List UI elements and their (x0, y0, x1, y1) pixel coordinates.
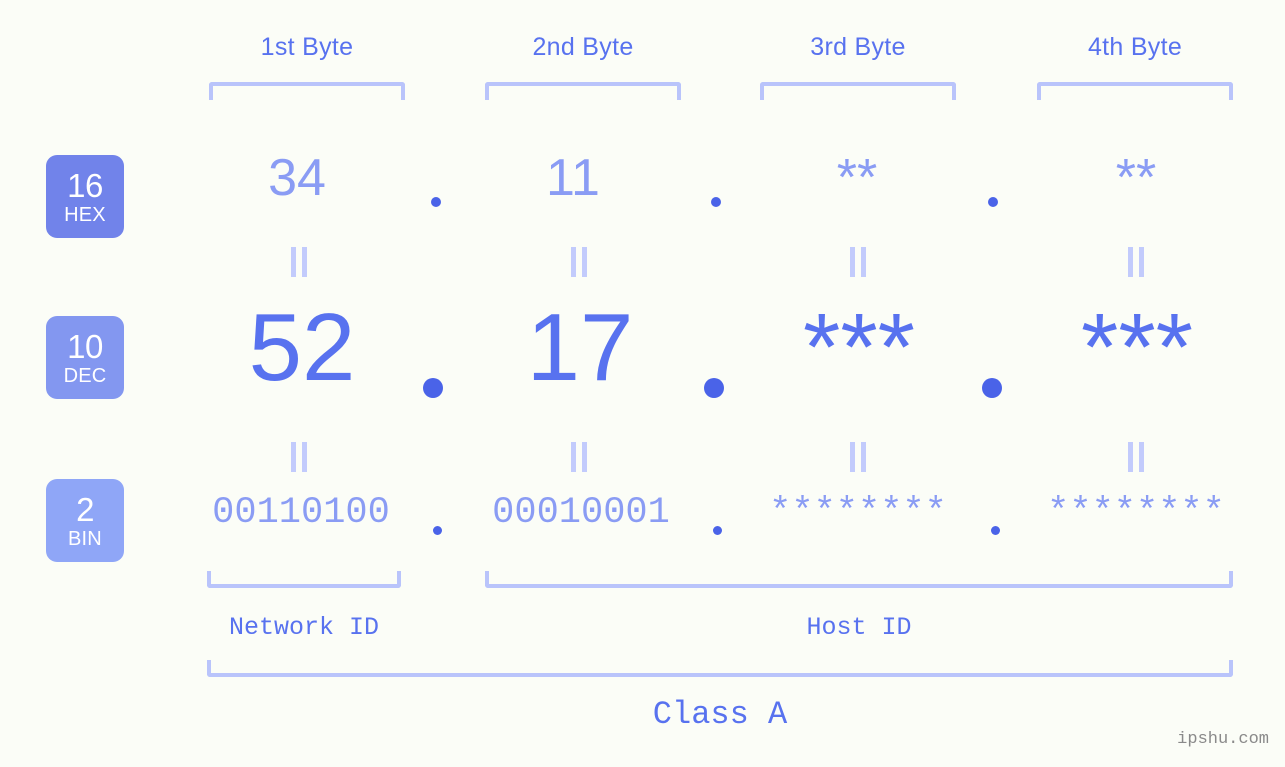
radix-badge-dec: 10 DEC (46, 316, 124, 399)
dec-byte-2: 17 (526, 294, 634, 401)
hex-byte-3: ** (836, 149, 878, 207)
ip-byte-breakdown-diagram: 1st Byte 2nd Byte 3rd Byte 4th Byte 16 H… (0, 0, 1285, 767)
equals-mark-dec-bin-3 (847, 442, 869, 472)
byte-header-1: 1st Byte (260, 33, 354, 61)
hex-byte-2: 11 (546, 149, 600, 207)
bin-byte-1: 00110100 (212, 492, 390, 534)
bin-byte-3: ******** (769, 492, 947, 534)
dec-separator-dot-2 (704, 378, 724, 398)
byte-header-4: 4th Byte (1087, 33, 1183, 61)
dec-byte-1: 52 (248, 294, 356, 401)
class-label: Class A (652, 696, 788, 733)
radix-badge-bin: 2 BIN (46, 479, 124, 562)
site-watermark: ipshu.com (1177, 730, 1269, 749)
radix-badge-dec-label: DEC (63, 364, 107, 387)
radix-badge-hex-number: 16 (67, 166, 103, 204)
dec-separator-dot-3 (982, 378, 1002, 398)
equals-mark-dec-bin-4 (1125, 442, 1147, 472)
byte-header-3: 3rd Byte (810, 33, 906, 61)
byte-bracket-top-1 (209, 82, 405, 100)
bin-separator-dot-2 (713, 526, 722, 535)
host-id-bracket (485, 571, 1233, 588)
hex-byte-1: 34 (268, 149, 326, 207)
hex-separator-dot-1 (431, 197, 441, 207)
radix-badge-hex-label: HEX (64, 203, 106, 226)
radix-badge-bin-number: 2 (76, 490, 94, 528)
hex-separator-dot-2 (711, 197, 721, 207)
radix-badge-dec-number: 10 (67, 327, 103, 365)
equals-mark-hex-dec-3 (847, 247, 869, 277)
hex-byte-4: ** (1115, 149, 1157, 207)
dec-separator-dot-1 (423, 378, 443, 398)
byte-bracket-top-2 (485, 82, 681, 100)
byte-header-2: 2nd Byte (532, 33, 634, 61)
bin-separator-dot-3 (991, 526, 1000, 535)
bin-byte-4: ******** (1047, 492, 1225, 534)
equals-mark-dec-bin-1 (288, 442, 310, 472)
hex-separator-dot-3 (988, 197, 998, 207)
equals-mark-hex-dec-2 (568, 247, 590, 277)
network-id-label: Network ID (228, 613, 380, 642)
equals-mark-hex-dec-4 (1125, 247, 1147, 277)
radix-badge-bin-label: BIN (68, 527, 102, 550)
radix-badge-hex: 16 HEX (46, 155, 124, 238)
equals-mark-hex-dec-1 (288, 247, 310, 277)
bin-separator-dot-1 (433, 526, 442, 535)
bin-byte-2: 00010001 (492, 492, 670, 534)
network-id-bracket (207, 571, 401, 588)
byte-bracket-top-4 (1037, 82, 1233, 100)
dec-byte-3: *** (802, 294, 916, 401)
equals-mark-dec-bin-2 (568, 442, 590, 472)
class-bracket (207, 660, 1233, 677)
dec-byte-4: *** (1080, 294, 1194, 401)
byte-bracket-top-3 (760, 82, 956, 100)
host-id-label: Host ID (806, 613, 912, 642)
